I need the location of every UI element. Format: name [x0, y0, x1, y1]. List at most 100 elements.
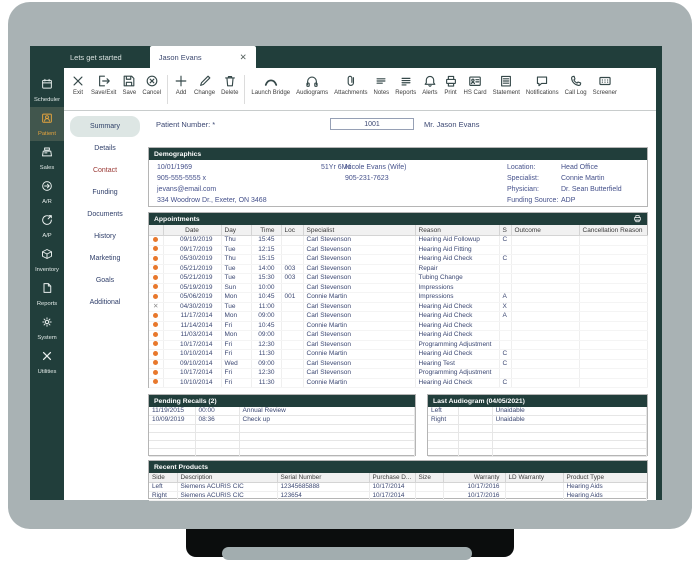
table-row[interactable]: 09/10/2014Wed09:00Carl StevensonHearing … [149, 359, 647, 369]
table-row[interactable]: 05/06/2019Mon10:45001Connie MartinImpres… [149, 293, 647, 303]
nav-item-funding[interactable]: Funding [70, 182, 140, 203]
table-row[interactable] [149, 441, 415, 449]
cell-specialist: Carl Stevenson [303, 236, 415, 246]
table-row[interactable]: 11/19/201500:00Annual Review [149, 407, 415, 416]
cell-loc [281, 369, 303, 379]
sidebar-item-patient[interactable]: Patient [30, 107, 64, 141]
table-row[interactable]: 11/14/2014Fri10:45Connie MartinHearing A… [149, 321, 647, 331]
toolbar-change-button[interactable]: Change [191, 73, 218, 97]
column-header-date[interactable]: Date [163, 225, 221, 236]
sidebar-item-ap[interactable]: A/P [30, 209, 64, 243]
column-header-cancellation[interactable]: Cancellation Reason [579, 225, 647, 236]
table-row[interactable]: LeftSiemens ACURIS CIC1234568588810/17/2… [149, 483, 647, 492]
sidebar-item-scheduler[interactable]: Scheduler [30, 73, 64, 107]
close-icon[interactable]: ✕ [240, 53, 247, 62]
table-row[interactable] [149, 425, 415, 433]
toolbar-cancel-button[interactable]: Cancel [139, 73, 164, 97]
toolbar-print-button[interactable]: Print [441, 73, 461, 97]
table-row[interactable] [428, 441, 647, 449]
toolbar-add-button[interactable]: Add [171, 73, 191, 97]
toolbar-exit-button[interactable]: Exit [68, 73, 88, 97]
column-header-product-type[interactable]: Product Type [563, 473, 647, 483]
toolbar-statement-button[interactable]: Statement [490, 73, 523, 97]
table-row[interactable]: RightUnaidable [428, 416, 647, 425]
toolbar-notes-button[interactable]: Notes [371, 73, 393, 97]
table-row[interactable]: 05/21/2019Tue14:00003Carl StevensonRepai… [149, 264, 647, 274]
cell-status [149, 293, 163, 303]
toolbar-attachments-button[interactable]: Attachments [331, 73, 370, 97]
table-row[interactable]: RightSiemens ACURIS CIC12365410/17/20141… [149, 492, 647, 501]
table-row[interactable]: 10/17/2014Fri12:30Carl StevensonProgramm… [149, 369, 647, 379]
column-header-outcome[interactable]: Outcome [511, 225, 579, 236]
table-row[interactable]: 05/21/2019Tue15:30003Carl StevensonTubin… [149, 274, 647, 284]
toolbar-alerts-button[interactable]: Alerts [419, 73, 440, 97]
printer-icon[interactable] [633, 214, 642, 225]
toolbar-save-button[interactable]: Save [119, 73, 139, 97]
sidebar-item-reports[interactable]: Reports [30, 277, 64, 311]
table-row[interactable] [428, 449, 647, 457]
nav-item-additional[interactable]: Additional [70, 292, 140, 313]
table-row[interactable] [149, 449, 415, 457]
patient-number-input[interactable] [330, 118, 414, 130]
column-header-serial[interactable]: Serial Number [277, 473, 369, 483]
table-row[interactable]: 11/17/2014Mon09:00Carl StevensonHearing … [149, 312, 647, 322]
toolbar-reports-button[interactable]: Reports [392, 73, 419, 97]
table-row[interactable]: ✕04/30/2019Tue11:00Carl StevensonHearing… [149, 302, 647, 312]
table-row[interactable] [149, 433, 415, 441]
cell-s: C [499, 350, 511, 360]
nav-item-goals[interactable]: Goals [70, 270, 140, 291]
cell-time: 12:15 [251, 245, 281, 255]
table-row[interactable]: 05/19/2019Sun10:00Carl StevensonImpressi… [149, 283, 647, 293]
cell-date: 11/17/2014 [163, 312, 221, 322]
nav-item-marketing[interactable]: Marketing [70, 248, 140, 269]
nav-item-summary[interactable]: Summary [70, 116, 140, 137]
toolbar-delete-button[interactable]: Delete [218, 73, 241, 97]
table-row[interactable]: 10/09/201908:36Check up [149, 416, 415, 425]
column-header-time[interactable]: Time [251, 225, 281, 236]
tab-jason-evans[interactable]: Jason Evans ✕ [150, 46, 256, 68]
column-header-size[interactable]: Size [415, 473, 443, 483]
cancel-icon [145, 74, 159, 88]
table-row[interactable]: 09/19/2019Thu15:45Carl StevensonHearing … [149, 236, 647, 246]
field-label: Specialist: [507, 175, 539, 182]
toolbar-audiograms-button[interactable]: Audiograms [293, 73, 331, 97]
nav-item-history[interactable]: History [70, 226, 140, 247]
cell-date: 10/09/2019 [149, 416, 195, 425]
column-header-side[interactable]: Side [149, 473, 177, 483]
table-row[interactable]: 10/17/2014Fri12:30Carl StevensonProgramm… [149, 340, 647, 350]
toolbar-screener-button[interactable]: Screener [590, 73, 620, 97]
status-dot-icon [153, 275, 158, 280]
toolbar-hs-card-button[interactable]: HS Card [461, 73, 490, 97]
column-header-description[interactable]: Description [177, 473, 277, 483]
table-row[interactable] [428, 433, 647, 441]
column-header-reason[interactable]: Reason [415, 225, 499, 236]
sidebar-item-utilities[interactable]: Utilities [30, 345, 64, 379]
table-row[interactable]: 10/10/2014Fri11:30Connie MartinHearing A… [149, 378, 647, 388]
column-header-s[interactable]: S [499, 225, 511, 236]
nav-item-contact[interactable]: Contact [70, 160, 140, 181]
column-header-warranty[interactable]: Warranty [443, 473, 505, 483]
column-header-ld-warranty[interactable]: LD Warranty [505, 473, 563, 483]
toolbar-notifications-button[interactable]: Notifications [523, 73, 562, 97]
sidebar-item-sales[interactable]: Sales [30, 141, 64, 175]
cell-day: Tue [221, 264, 251, 274]
tab-lets-get-started[interactable]: Lets get started [58, 46, 134, 68]
column-header-day[interactable]: Day [221, 225, 251, 236]
column-header-purchase[interactable]: Purchase D... [369, 473, 415, 483]
toolbar-launch-bridge-button[interactable]: Launch Bridge [248, 73, 293, 97]
sidebar-item-system[interactable]: System [30, 311, 64, 345]
nav-item-details[interactable]: Details [70, 138, 140, 159]
table-row[interactable]: 11/03/2014Mon09:00Carl StevensonHearing … [149, 331, 647, 341]
sidebar-item-inventory[interactable]: Inventory [30, 243, 64, 277]
nav-item-documents[interactable]: Documents [70, 204, 140, 225]
column-header-specialist[interactable]: Specialist [303, 225, 415, 236]
table-row[interactable]: 10/10/2014Fri11:30Connie MartinHearing A… [149, 350, 647, 360]
table-row[interactable]: 09/17/2019Tue12:15Carl StevensonHearing … [149, 245, 647, 255]
sidebar-item-ar[interactable]: A/R [30, 175, 64, 209]
column-header-loc[interactable]: Loc [281, 225, 303, 236]
table-row[interactable] [428, 425, 647, 433]
toolbar-call-log-button[interactable]: Call Log [562, 73, 590, 97]
table-row[interactable]: 05/30/2019Thu15:15Carl StevensonHearing … [149, 255, 647, 265]
table-row[interactable]: LeftUnaidable [428, 407, 647, 416]
toolbar-save-exit-button[interactable]: Save/Exit [88, 73, 119, 97]
